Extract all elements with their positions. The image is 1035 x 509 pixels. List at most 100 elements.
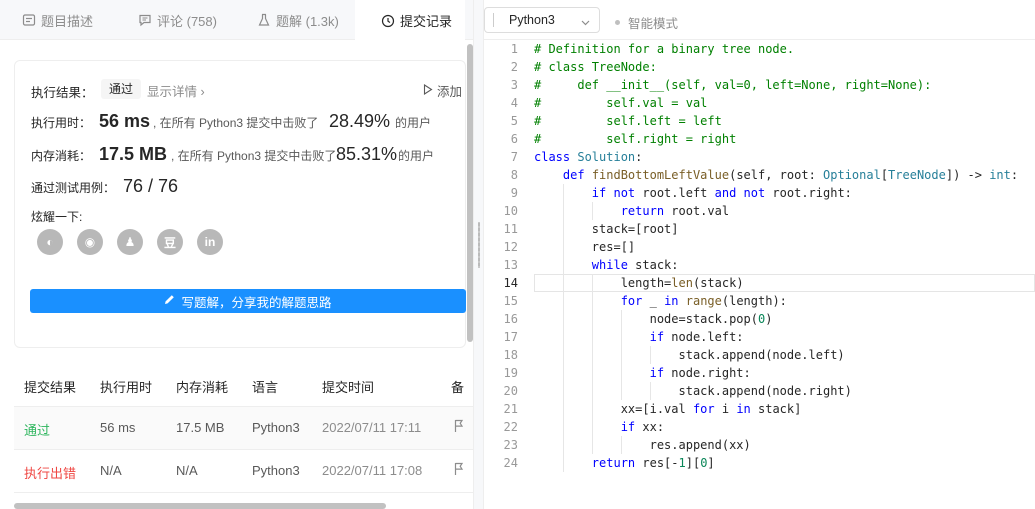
code-line[interactable]: 19 if node.right:: [484, 364, 1035, 382]
tests-label: 通过测试用例：: [31, 181, 116, 195]
result-card: 执行结果： 通过 显示详情 › 添加 执行用时： 56 ms , 在所有 Pyt…: [14, 60, 466, 348]
add-label: 添加: [437, 85, 463, 99]
code-text: if xx:: [620, 420, 665, 434]
language-value: Python3: [509, 13, 555, 27]
runtime-text: , 在所有 Python3 提交中击败了: [153, 116, 319, 130]
wechat-icon[interactable]: ◐: [37, 229, 63, 255]
code-line[interactable]: 17 if node.left:: [484, 328, 1035, 346]
smart-mode-label: 智能模式: [628, 17, 679, 31]
code-line[interactable]: 2 # class TreeNode:: [484, 58, 1035, 76]
code-line[interactable]: 5 # self.left = left: [484, 112, 1035, 130]
line-number: 23: [503, 438, 518, 452]
memory-percent: 85.31%: [336, 144, 398, 164]
line-number: 10: [503, 204, 518, 218]
smart-mode-toggle[interactable]: 智能模式: [615, 13, 678, 32]
tab-bar: 题目描述 评论 (758) 题解 (1.3k) 提交记录: [0, 0, 473, 41]
code-line[interactable]: 15 for _ in range(length):: [484, 292, 1035, 310]
line-number: 1: [510, 42, 518, 56]
show-details-link[interactable]: 显示详情 ›: [147, 81, 205, 100]
write-solution-button[interactable]: 写题解，分享我的解题思路: [30, 289, 466, 313]
code-text: # self.right = right: [534, 132, 737, 146]
line-number: 12: [503, 240, 518, 254]
code-text: for _ in range(length):: [620, 294, 787, 308]
code-editor[interactable]: 1 # Definition for a binary tree node. 2 # …: [484, 40, 1035, 509]
tab-submissions[interactable]: 提交记录: [355, 0, 465, 41]
drag-handle-icon[interactable]: [478, 222, 480, 268]
memory-stat: 内存消耗： 17.5 MB , 在所有 Python3 提交中击败了 85.31…: [31, 144, 434, 165]
code-line[interactable]: 11 stack=[root]: [484, 220, 1035, 238]
flag-icon[interactable]: [454, 419, 464, 436]
write-solution-label: 写题解，分享我的解题思路: [181, 295, 332, 310]
editor-panel: Python3 智能模式 1 # Definition for a binary …: [484, 0, 1035, 509]
tab-label: 题目描述: [41, 13, 94, 29]
result-label: 执行结果：: [31, 86, 94, 100]
weibo-icon[interactable]: ◉: [77, 229, 103, 255]
code-line[interactable]: 6 # self.right = right: [484, 130, 1035, 148]
line-number: 2: [510, 60, 518, 74]
code-line[interactable]: 3 # def __init__(self, val=0, left=None, …: [484, 76, 1035, 94]
code-line[interactable]: 12 res=[]: [484, 238, 1035, 256]
line-number: 16: [503, 312, 518, 326]
comment-icon: [138, 13, 152, 27]
app-root: 题目描述 评论 (758) 题解 (1.3k) 提交记录 执行结果： 通过 显示…: [0, 0, 1035, 509]
code-text: res=[]: [534, 240, 636, 254]
submissions-table: 提交结果 执行用时 内存消耗 语言 提交时间 备 通过 56 ms 17.5 M…: [14, 362, 473, 509]
row-language: Python3: [252, 420, 300, 435]
code-line[interactable]: 18 stack.append(node.left): [484, 346, 1035, 364]
code-line[interactable]: 4 # self.val = val: [484, 94, 1035, 112]
line-number: 17: [503, 330, 518, 344]
code-line[interactable]: 21 xx=[i.val for i in stack]: [484, 400, 1035, 418]
qq-icon[interactable]: ♟: [117, 229, 143, 255]
select-divider: [493, 13, 494, 27]
table-row[interactable]: 通过 56 ms 17.5 MB Python3 2022/07/11 17:1…: [14, 407, 473, 450]
row-language: Python3: [252, 463, 300, 478]
code-line[interactable]: 13 while stack:: [484, 256, 1035, 274]
code-text: # class TreeNode:: [534, 60, 657, 74]
line-number: 19: [503, 366, 518, 380]
memory-text: , 在所有 Python3 提交中击败了: [171, 149, 337, 163]
code-line[interactable]: 24 return res[-1][0]: [484, 454, 1035, 472]
tab-comments[interactable]: 评论 (758): [138, 0, 217, 40]
table-row[interactable]: 执行出错 N/A N/A Python3 2022/07/11 17:08: [14, 450, 473, 493]
row-time: 2022/07/11 17:11: [322, 420, 422, 435]
code-text: if not root.left and not root.right:: [591, 186, 852, 200]
left-panel: 题目描述 评论 (758) 题解 (1.3k) 提交记录 执行结果： 通过 显示…: [0, 0, 473, 509]
douban-icon[interactable]: 豆: [157, 229, 183, 255]
runtime-label: 执行用时：: [31, 116, 92, 130]
panel-resizer[interactable]: [473, 0, 484, 509]
code-line[interactable]: 1 # Definition for a binary tree node.: [484, 40, 1035, 58]
header-status: 提交结果: [24, 380, 77, 395]
code-line[interactable]: 9 if not root.left and not root.right:: [484, 184, 1035, 202]
code-text: # Definition for a binary tree node.: [534, 42, 795, 56]
code-line[interactable]: 23 res.append(xx): [484, 436, 1035, 454]
tab-label: 题解 (1.3k): [276, 13, 339, 29]
code-line[interactable]: 16 node=stack.pop(0): [484, 310, 1035, 328]
horizontal-scrollbar[interactable]: [14, 503, 386, 509]
line-number: 7: [510, 150, 518, 164]
code-line[interactable]: 22 if xx:: [484, 418, 1035, 436]
code-text: class Solution:: [534, 150, 643, 164]
row-runtime: N/A: [100, 463, 122, 478]
tab-solutions[interactable]: 题解 (1.3k): [257, 0, 339, 40]
tab-description[interactable]: 题目描述: [22, 0, 93, 40]
line-number: 14: [503, 276, 518, 290]
runtime-value: 56 ms: [99, 111, 151, 131]
code-line[interactable]: 10 return root.val: [484, 202, 1035, 220]
document-icon: [22, 13, 36, 27]
line-number: 18: [503, 348, 518, 362]
row-status[interactable]: 执行出错: [24, 463, 76, 482]
line-number: 22: [503, 420, 518, 434]
code-line[interactable]: 20 stack.append(node.right): [484, 382, 1035, 400]
code-line[interactable]: 7 class Solution:: [484, 148, 1035, 166]
status-badge: 通过: [101, 79, 141, 99]
table-header: 提交结果 执行用时 内存消耗 语言 提交时间 备: [14, 362, 473, 407]
row-status[interactable]: 通过: [24, 420, 50, 439]
add-note-button[interactable]: 添加: [423, 81, 462, 100]
code-line[interactable]: 14 length=len(stack): [484, 274, 1035, 292]
linkedin-icon[interactable]: in: [197, 229, 223, 255]
row-runtime: 56 ms: [100, 420, 136, 435]
runtime-percent: 28.49%: [329, 111, 391, 131]
flag-icon[interactable]: [454, 462, 464, 479]
language-select[interactable]: Python3: [484, 7, 600, 33]
code-line[interactable]: 8 def findBottomLeftValue(self, root: Op…: [484, 166, 1035, 184]
